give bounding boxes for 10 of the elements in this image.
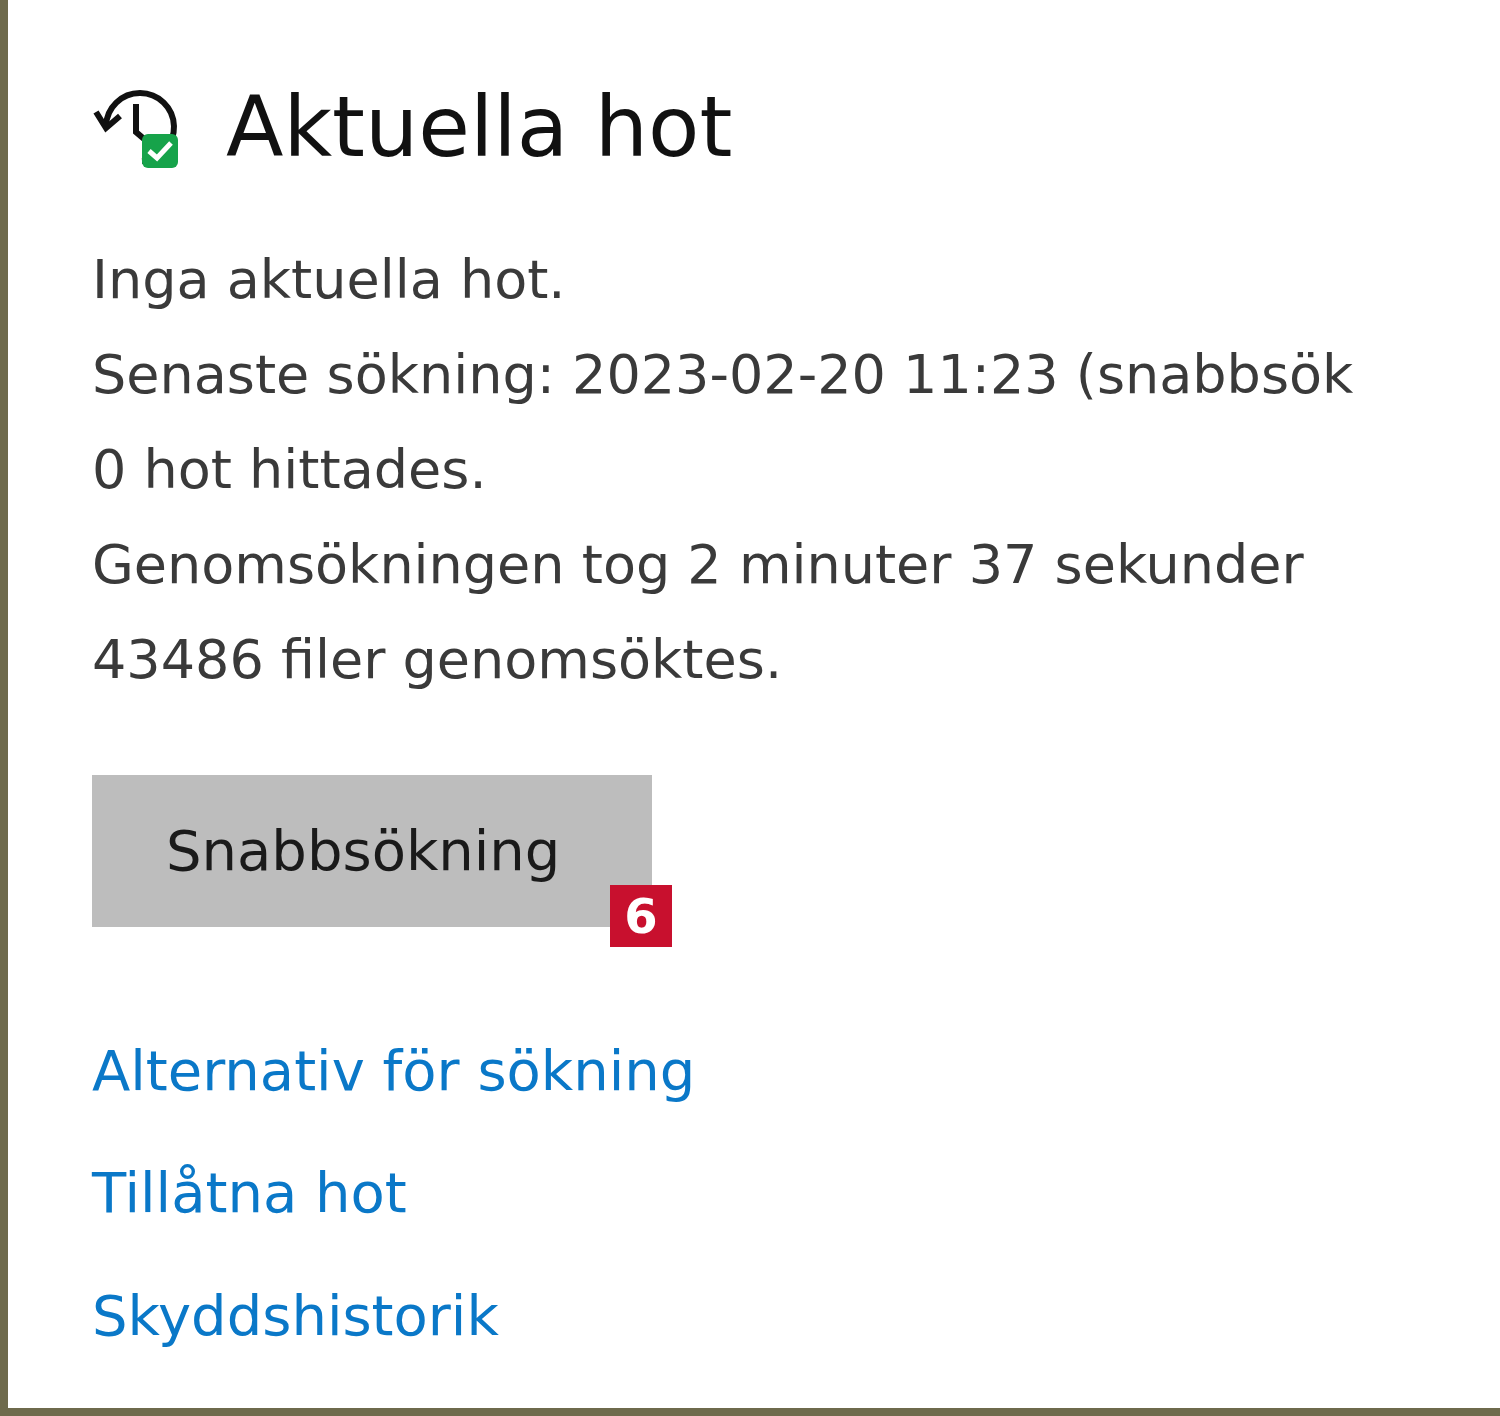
status-text: 43486 filer genomsöktes. [92,627,784,693]
settings-link[interactable]: Tillåtna hot [92,1161,407,1226]
status-text: Genomsökningen tog 2 minuter 37 sekunder [92,532,1305,598]
number-badge: 6 [610,885,672,947]
settings-link[interactable]: Alternativ för sökning [92,1039,696,1104]
status-text: Inga aktuella hot. [92,247,567,313]
status-text: 0 hot hittades. [92,437,488,503]
settings-link[interactable]: Skyddshistorik [92,1283,499,1349]
section-title: Aktuella hot [226,85,733,169]
status-text: Senaste sökning: 2023-02-20 11:23 (snabbsök [92,342,1355,408]
